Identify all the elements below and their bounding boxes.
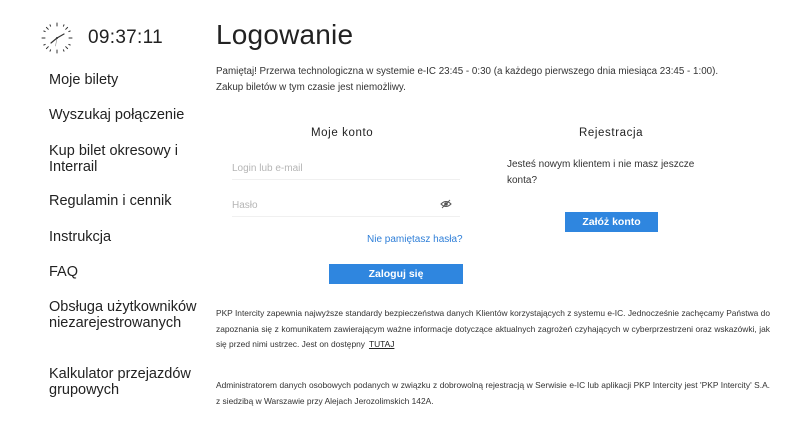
register-button[interactable]: Załóż konto [565,212,658,232]
login-email-input[interactable] [232,158,460,180]
sidebar-item-regulamin-i-cennik[interactable]: Regulamin i cennik [49,193,199,209]
sidebar-item-wyszukaj-polaczenie[interactable]: Wyszukaj połączenie [49,107,199,123]
login-button[interactable]: Zaloguj się [329,264,463,284]
login-section-title: Moje konto [311,127,374,139]
sidebar-item-faq[interactable]: FAQ [49,264,199,280]
sidebar-item-kalkulator-przejazdow[interactable]: Kalkulator przejazdów grupowych [49,366,199,398]
page-title: Logowanie [216,19,354,50]
forgot-password-link[interactable]: Nie pamiętasz hasła? [367,234,463,245]
security-notice-link[interactable]: TUTAJ [369,339,394,349]
notice-line-2: Zakup biletów w tym czasie jest niemożli… [216,82,406,93]
clock-icon [41,22,73,54]
register-section-title: Rejestracja [579,127,644,139]
password-input[interactable] [232,195,460,217]
eye-icon[interactable] [440,199,452,209]
sidebar-item-kup-bilet-okresowy[interactable]: Kup bilet okresowy i Interrail [49,143,199,175]
data-administrator-notice: Administratorem danych osobowych podanyc… [216,380,770,406]
maintenance-notice: Pamiętaj! Przerwa technologiczna w syste… [216,64,786,96]
sidebar-item-moje-bilety[interactable]: Moje bilety [49,72,199,88]
sidebar-item-instrukcja[interactable]: Instrukcja [49,229,199,245]
notice-line-1: Pamiętaj! Przerwa technologiczna w syste… [216,66,719,77]
clock: 09:37:11 [40,21,163,55]
sidebar-item-obsluga-niezarejestrowanych[interactable]: Obsługa użytkowników niezarejestrowanych [49,299,199,331]
security-notice: PKP Intercity zapewnia najwyższe standar… [216,306,770,353]
security-notice-text: PKP Intercity zapewnia najwyższe standar… [216,308,770,350]
sidebar: 09:37:11 Moje bilety Wyszukaj połączenie… [0,0,200,422]
register-prompt: Jesteś nowym klientem i nie masz jeszcze… [507,159,695,186]
clock-time: 09:37:11 [88,27,163,48]
